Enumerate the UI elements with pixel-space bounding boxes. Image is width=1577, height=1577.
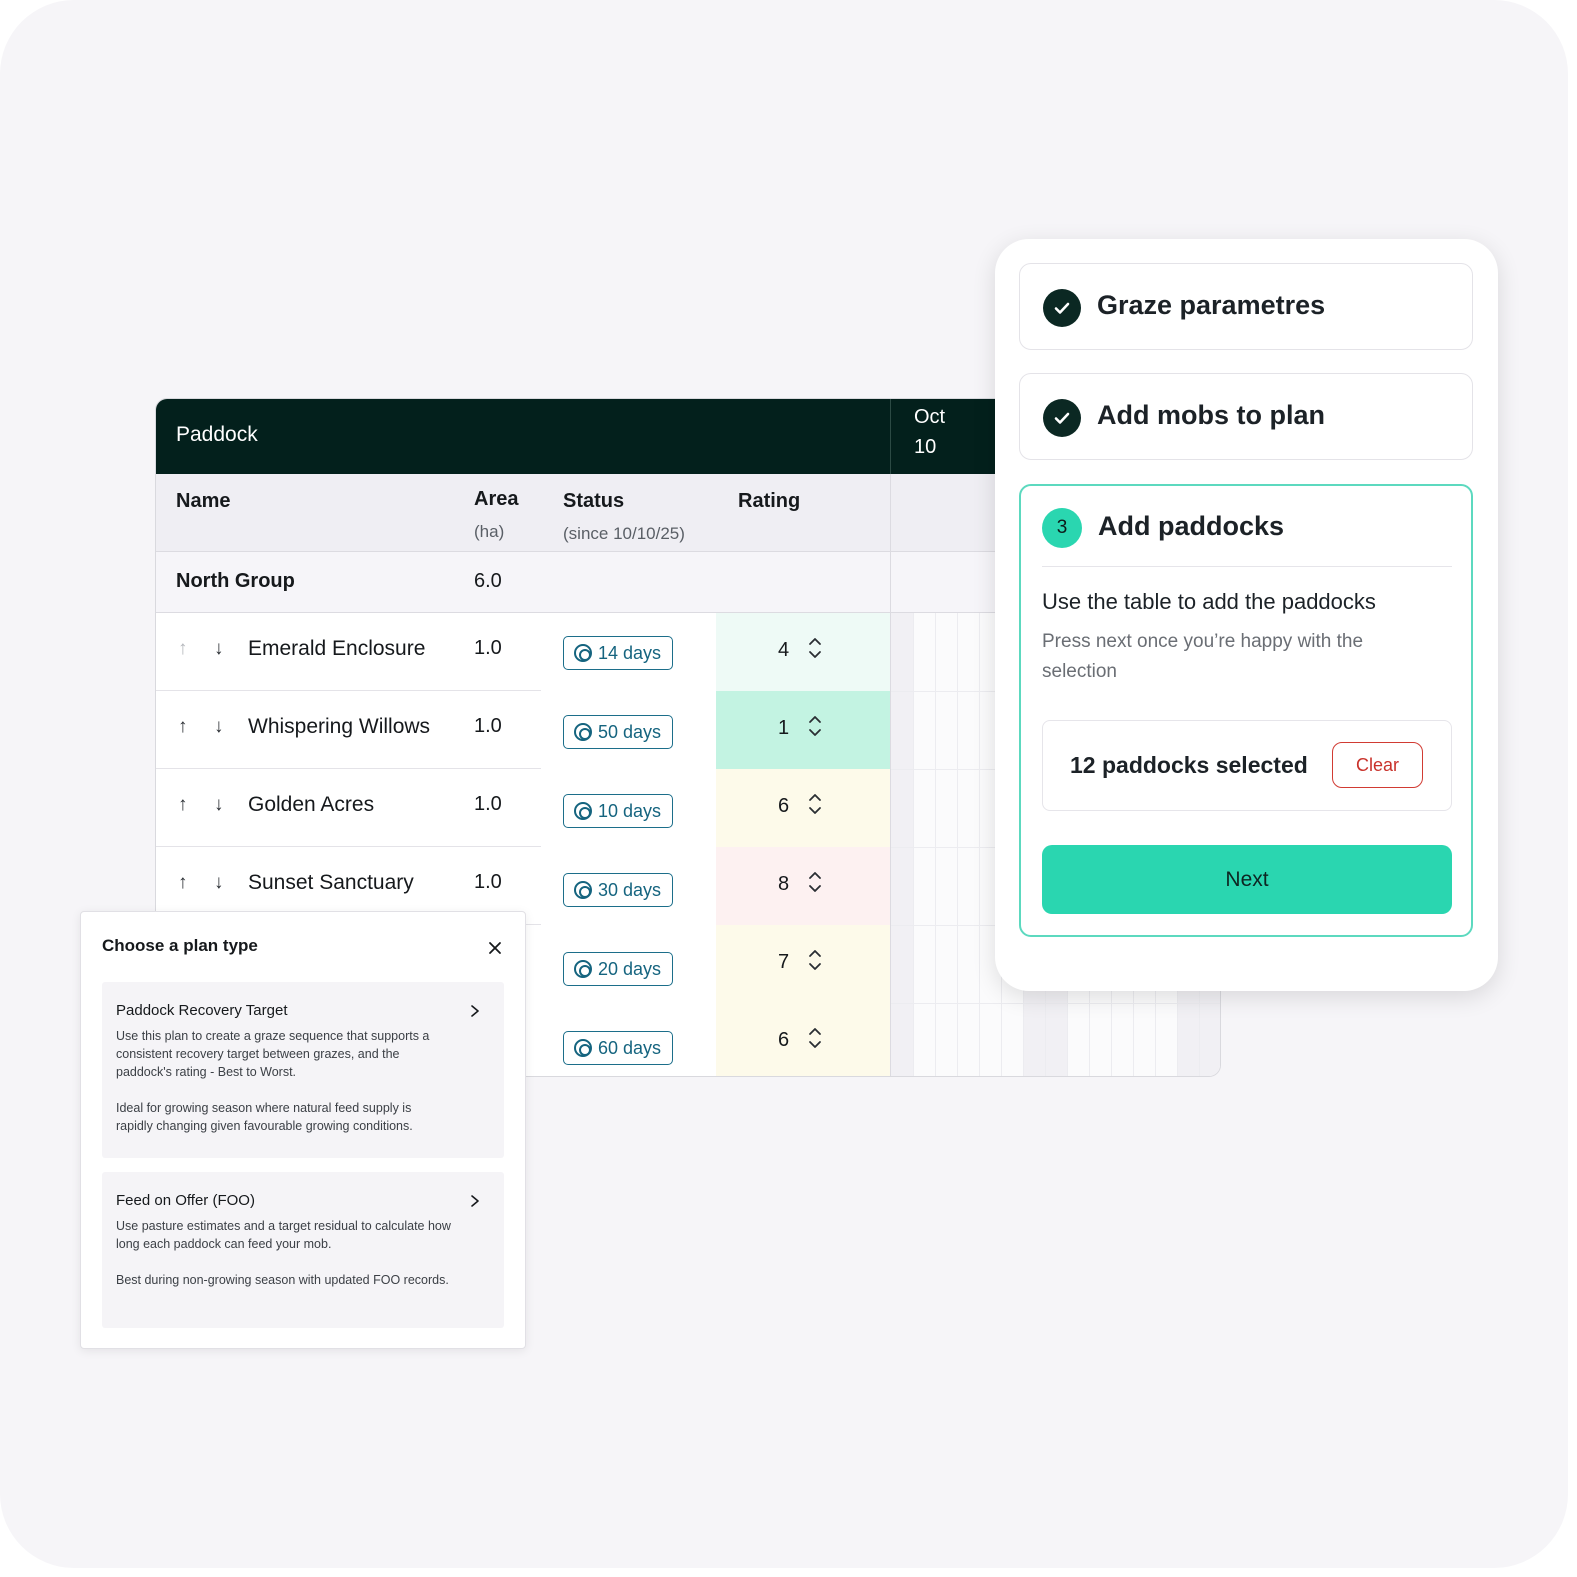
clear-button[interactable]: Clear — [1332, 742, 1423, 788]
move-up-icon[interactable]: ↑ — [178, 717, 188, 736]
status-badge[interactable]: 60 days — [563, 1031, 673, 1065]
chevron-right-icon — [471, 1005, 479, 1017]
lifebuoy-icon — [574, 723, 592, 741]
move-up-icon[interactable]: ↑ — [178, 795, 188, 814]
status-badge[interactable]: 50 days — [563, 715, 673, 749]
step-number-badge: 3 — [1042, 508, 1082, 548]
step-title: Add mobs to plan — [1097, 400, 1325, 430]
move-down-icon[interactable]: ↓ — [214, 873, 224, 892]
move-down-icon[interactable]: ↓ — [214, 639, 224, 658]
step-title: Graze parametres — [1097, 290, 1326, 320]
plan-option-recovery[interactable]: Paddock Recovery Target Use this plan to… — [102, 982, 504, 1158]
canvas: Paddock Oct 10 Name Area (ha) Status (si… — [0, 0, 1568, 1568]
step-help-text: Press next once you’re happy with the se… — [1042, 631, 1364, 682]
lifebuoy-icon — [574, 802, 592, 820]
table-title: Paddock — [176, 423, 258, 446]
plan-type-dialog: Choose a plan type Paddock Recovery Targ… — [80, 911, 526, 1349]
rating-cell[interactable]: 7 — [716, 925, 890, 1004]
rating-value: 6 — [778, 1029, 790, 1051]
date-month: Oct — [914, 406, 946, 428]
plan-option-foo[interactable]: Feed on Offer (FOO) Use pasture estimate… — [102, 1172, 504, 1328]
move-down-icon[interactable]: ↓ — [214, 795, 224, 814]
col-rating[interactable]: Rating — [738, 490, 800, 513]
col-area[interactable]: Area — [474, 488, 518, 511]
move-down-icon[interactable]: ↓ — [214, 717, 224, 736]
next-button[interactable]: Next — [1042, 845, 1452, 914]
plan-option-note: Best during non-growing season with upda… — [116, 1273, 449, 1287]
plan-option-note: Ideal for growing season where natural f… — [116, 1101, 413, 1133]
step-graze-parametres[interactable]: Graze parametres — [1019, 263, 1473, 350]
sort-stepper-icon[interactable] — [808, 635, 822, 661]
check-icon — [1043, 399, 1081, 437]
paddock-area: 1.0 — [474, 637, 502, 659]
step-title: Add paddocks — [1098, 511, 1285, 541]
paddock-area: 1.0 — [474, 871, 502, 893]
rating-value: 7 — [778, 951, 790, 973]
status-badge[interactable]: 10 days — [563, 794, 673, 828]
check-icon — [1043, 289, 1081, 327]
plan-option-title: Feed on Offer (FOO) — [116, 1192, 255, 1209]
sort-stepper-icon[interactable] — [808, 791, 822, 817]
col-area-unit: (ha) — [474, 522, 505, 541]
rating-value: 1 — [778, 717, 790, 739]
paddock-name: Emerald Enclosure — [248, 637, 426, 660]
rating-cell[interactable]: 6 — [716, 1003, 890, 1076]
rating-cell[interactable]: 8 — [716, 847, 890, 926]
chevron-right-icon — [471, 1195, 479, 1207]
step-instruction: Use the table to add the paddocks — [1042, 589, 1376, 614]
col-name[interactable]: Name — [176, 490, 230, 513]
rating-value: 4 — [778, 639, 790, 661]
plan-stepper: Graze parametres Add mobs to plan 3 Add … — [995, 239, 1498, 991]
status-badge[interactable]: 20 days — [563, 952, 673, 986]
sort-stepper-icon[interactable] — [808, 869, 822, 895]
lifebuoy-icon — [574, 960, 592, 978]
move-up-icon[interactable]: ↑ — [178, 873, 188, 892]
status-badge[interactable]: 30 days — [563, 873, 673, 907]
sort-stepper-icon[interactable] — [808, 713, 822, 739]
paddock-name: Whispering Willows — [248, 715, 431, 738]
rating-cell[interactable]: 6 — [716, 769, 890, 848]
group-area: 6.0 — [474, 570, 502, 592]
paddock-area: 1.0 — [474, 793, 502, 815]
step-add-mobs[interactable]: Add mobs to plan — [1019, 373, 1473, 460]
plan-option-title: Paddock Recovery Target — [116, 1002, 288, 1019]
status-badge[interactable]: 14 days — [563, 636, 673, 670]
selected-count: 12 paddocks selected — [1070, 752, 1308, 778]
selection-summary: 12 paddocks selected Clear — [1042, 720, 1452, 811]
close-icon[interactable] — [486, 939, 504, 957]
plan-option-desc: Use pasture estimates and a target resid… — [116, 1219, 451, 1251]
date-day: 10 — [914, 436, 937, 458]
rating-cell[interactable]: 4 — [716, 613, 890, 692]
lifebuoy-icon — [574, 1039, 592, 1057]
col-status[interactable]: Status — [563, 490, 624, 513]
step-add-paddocks: 3 Add paddocks Use the table to add the … — [1019, 484, 1473, 937]
sort-stepper-icon[interactable] — [808, 1025, 822, 1051]
plan-option-desc: Use this plan to create a graze sequence… — [116, 1029, 430, 1079]
col-status-sub: (since 10/10/25) — [563, 524, 685, 543]
plan-type-title: Choose a plan type — [102, 936, 258, 955]
move-up-icon[interactable]: ↑ — [178, 639, 188, 658]
group-name: North Group — [176, 570, 295, 592]
paddock-name: Golden Acres — [248, 793, 375, 816]
rating-value: 6 — [778, 795, 790, 817]
lifebuoy-icon — [574, 881, 592, 899]
paddock-name: Sunset Sanctuary — [248, 871, 414, 894]
sort-stepper-icon[interactable] — [808, 947, 822, 973]
paddock-area: 1.0 — [474, 715, 502, 737]
lifebuoy-icon — [574, 644, 592, 662]
rating-value: 8 — [778, 873, 790, 895]
rating-cell[interactable]: 1 — [716, 691, 890, 770]
